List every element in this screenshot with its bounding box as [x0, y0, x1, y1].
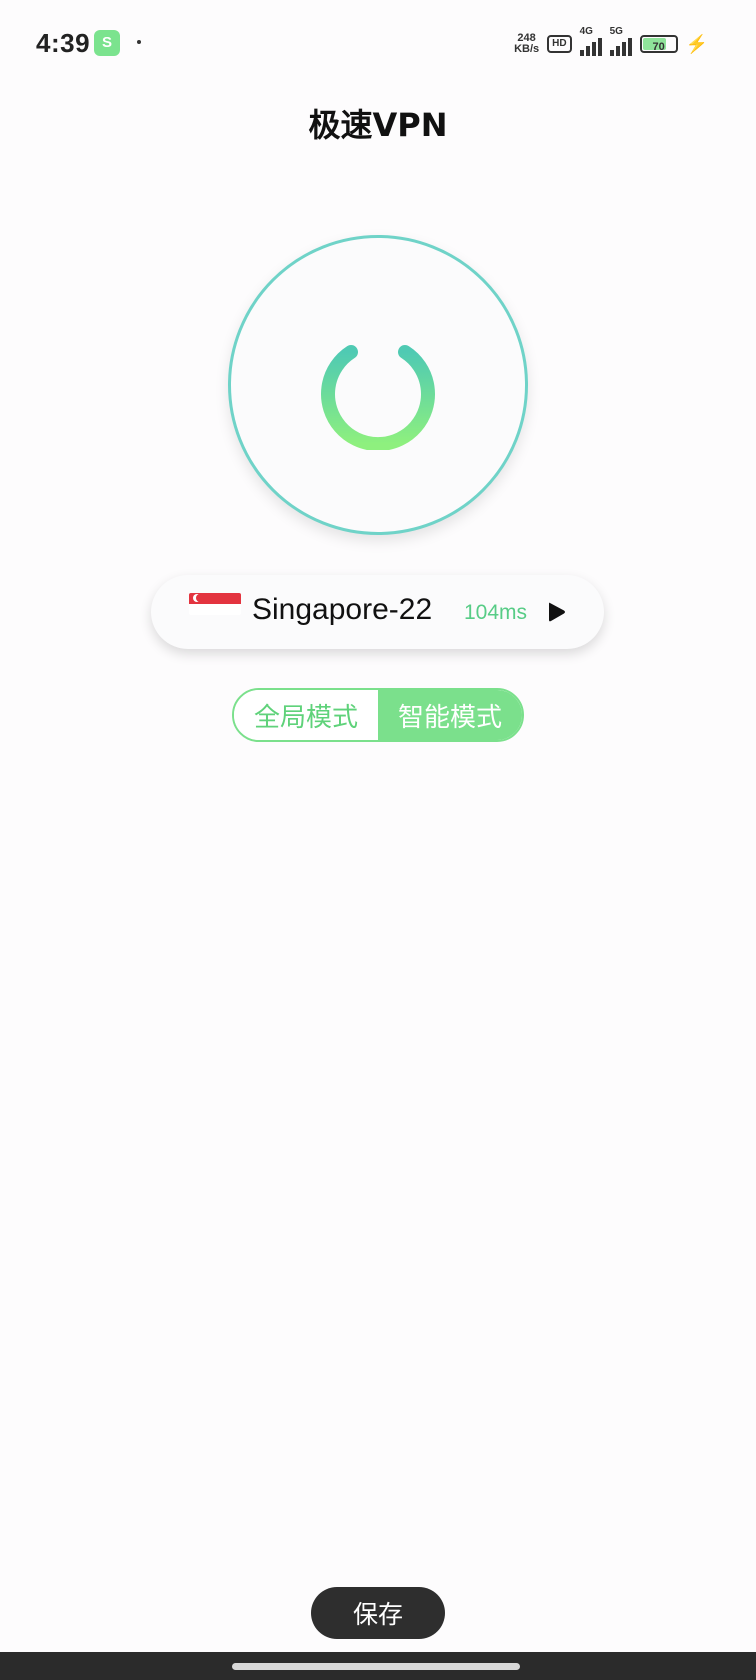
mode-global-option[interactable]: 全局模式 [234, 690, 378, 740]
status-time: 4:39 [36, 28, 91, 58]
bolt-icon: ⚡ [685, 33, 708, 54]
singapore-flag-icon [189, 593, 241, 615]
server-name: Singapore-22 [252, 593, 433, 626]
mode-smart-option[interactable]: 智能模式 [378, 690, 522, 740]
server-selector[interactable]: Singapore-22 104ms [151, 575, 604, 649]
page-title: 极速VPN [308, 106, 448, 144]
notification-dot-icon [137, 40, 141, 44]
sim1-signal-icon: 4G [579, 26, 602, 56]
battery-level: 70 [652, 41, 665, 53]
sim2-network-label: 5G [609, 26, 623, 37]
save-button[interactable]: 保存 [311, 1587, 445, 1639]
server-latency: 104ms [464, 601, 528, 624]
network-speed-unit: KB/s [514, 43, 540, 55]
system-navigation-bar [0, 1652, 756, 1680]
mode-toggle: 全局模式 智能模式 [232, 688, 524, 742]
battery-icon: 70 [639, 35, 678, 53]
power-icon [316, 320, 440, 450]
status-bar: 4:39 S 248 KB/s HD 4G 5G 70 ⚡ [0, 0, 756, 90]
gesture-handle[interactable] [232, 1663, 520, 1670]
sim1-network-label: 4G [579, 26, 593, 37]
connect-power-button[interactable] [228, 235, 528, 535]
sim2-signal-icon: 5G [609, 26, 632, 56]
network-speed: 248 KB/s [514, 33, 539, 55]
status-indicators: 248 KB/s HD 4G 5G 70 ⚡ [514, 26, 708, 58]
play-arrow-icon [547, 601, 567, 623]
hd-badge: HD [547, 35, 572, 53]
app-notification-icon: S [94, 30, 120, 56]
